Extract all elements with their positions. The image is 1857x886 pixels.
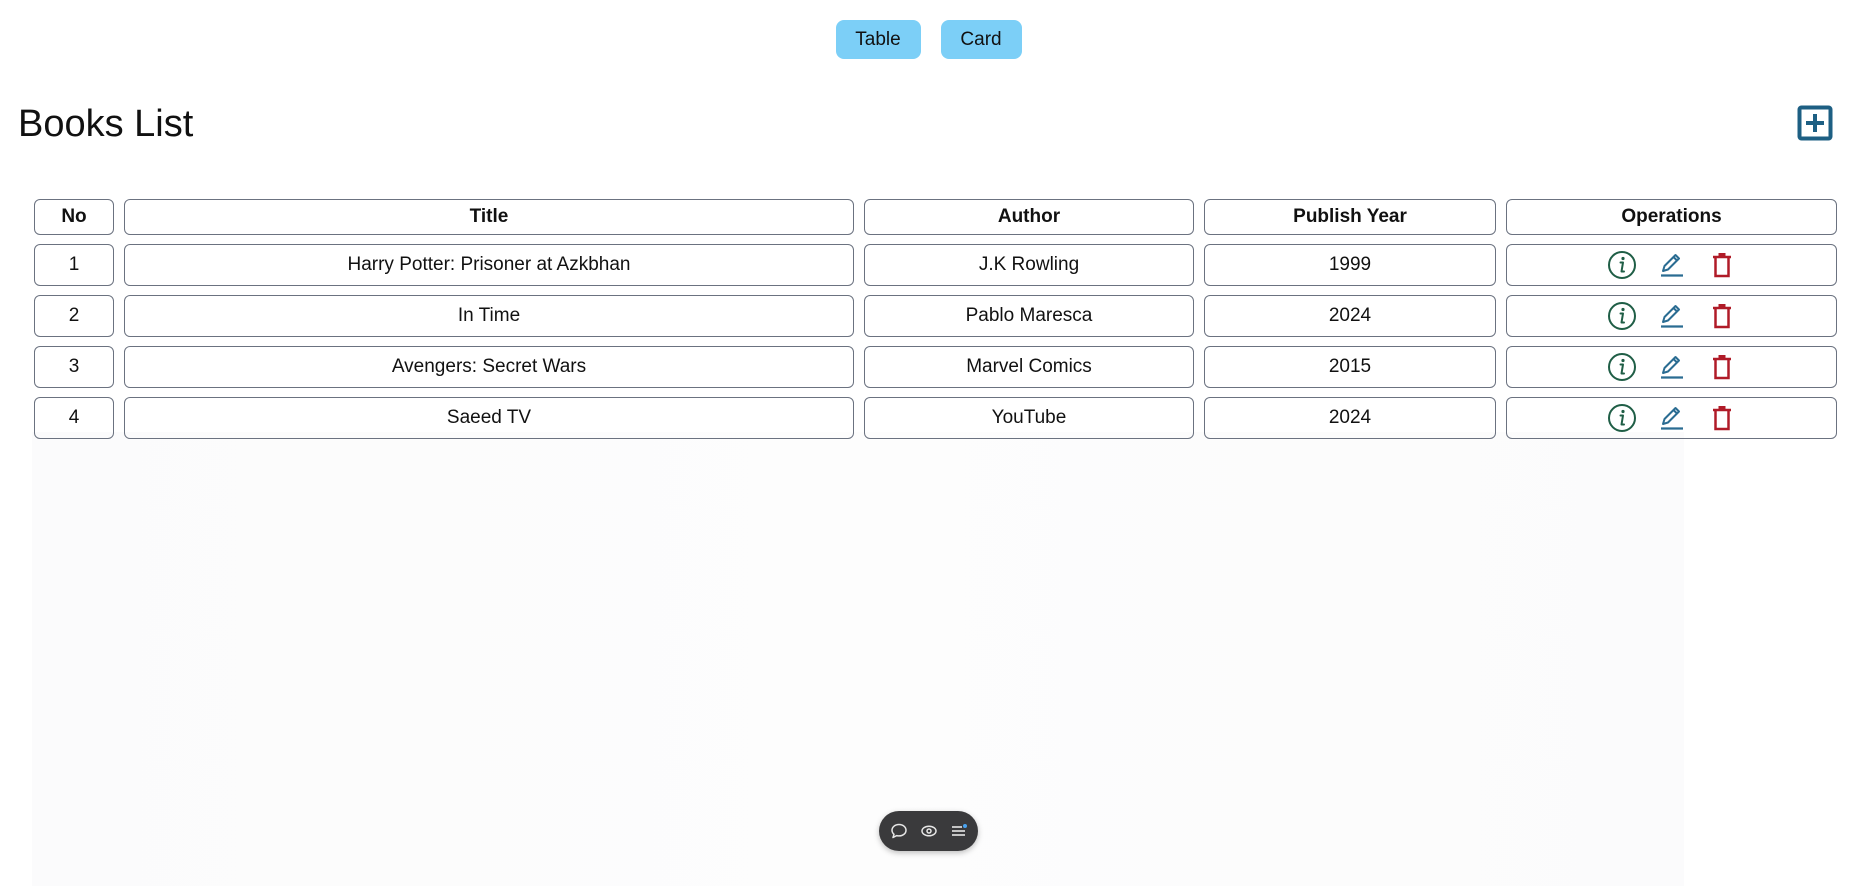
table-header-row: No Title Author Publish Year Operations <box>34 199 1837 235</box>
info-icon[interactable] <box>1607 250 1637 280</box>
menu-icon[interactable] <box>949 821 969 841</box>
table-row: 1 Harry Potter: Prisoner at Azkbhan J.K … <box>34 244 1837 286</box>
comment-icon[interactable] <box>889 821 909 841</box>
plus-box-icon <box>1797 105 1833 141</box>
cell-operations <box>1506 244 1837 286</box>
header-author: Author <box>864 199 1194 235</box>
cell-operations <box>1506 346 1837 388</box>
page-title: Books List <box>18 103 194 145</box>
eye-icon[interactable] <box>919 821 939 841</box>
cell-publish-year: 2024 <box>1204 295 1496 337</box>
table-row: 2 In Time Pablo Maresca 2024 <box>34 295 1837 337</box>
operations-group <box>1507 403 1836 433</box>
header-title: Title <box>124 199 854 235</box>
operations-group <box>1507 352 1836 382</box>
view-switch: Table Card <box>0 20 1857 59</box>
card-view-button[interactable]: Card <box>940 20 1022 59</box>
table-view-button[interactable]: Table <box>835 20 921 59</box>
edit-icon[interactable] <box>1657 352 1687 382</box>
cell-title: Saeed TV <box>124 397 854 439</box>
cell-publish-year: 2015 <box>1204 346 1496 388</box>
header-operations: Operations <box>1506 199 1837 235</box>
cell-author: Marvel Comics <box>864 346 1194 388</box>
edit-icon[interactable] <box>1657 403 1687 433</box>
floating-toolbar <box>879 811 978 851</box>
cell-operations <box>1506 295 1837 337</box>
info-icon[interactable] <box>1607 301 1637 331</box>
trash-icon[interactable] <box>1707 250 1737 280</box>
cell-no: 3 <box>34 346 114 388</box>
header-publish-year: Publish Year <box>1204 199 1496 235</box>
operations-group <box>1507 250 1836 280</box>
cell-author: YouTube <box>864 397 1194 439</box>
table-row: 3 Avengers: Secret Wars Marvel Comics 20… <box>34 346 1837 388</box>
trash-icon[interactable] <box>1707 403 1737 433</box>
info-icon[interactable] <box>1607 403 1637 433</box>
trash-icon[interactable] <box>1707 301 1737 331</box>
cell-title: In Time <box>124 295 854 337</box>
table-row: 4 Saeed TV YouTube 2024 <box>34 397 1837 439</box>
cell-title: Harry Potter: Prisoner at Azkbhan <box>124 244 854 286</box>
add-book-button[interactable] <box>1797 105 1833 141</box>
edit-icon[interactable] <box>1657 301 1687 331</box>
operations-group <box>1507 301 1836 331</box>
page-background <box>32 432 1684 886</box>
cell-no: 4 <box>34 397 114 439</box>
header-no: No <box>34 199 114 235</box>
cell-publish-year: 1999 <box>1204 244 1496 286</box>
cell-publish-year: 2024 <box>1204 397 1496 439</box>
cell-author: J.K Rowling <box>864 244 1194 286</box>
cell-title: Avengers: Secret Wars <box>124 346 854 388</box>
cell-author: Pablo Maresca <box>864 295 1194 337</box>
cell-operations <box>1506 397 1837 439</box>
trash-icon[interactable] <box>1707 352 1737 382</box>
edit-icon[interactable] <box>1657 250 1687 280</box>
books-table: No Title Author Publish Year Operations … <box>24 190 1847 448</box>
cell-no: 2 <box>34 295 114 337</box>
cell-no: 1 <box>34 244 114 286</box>
info-icon[interactable] <box>1607 352 1637 382</box>
